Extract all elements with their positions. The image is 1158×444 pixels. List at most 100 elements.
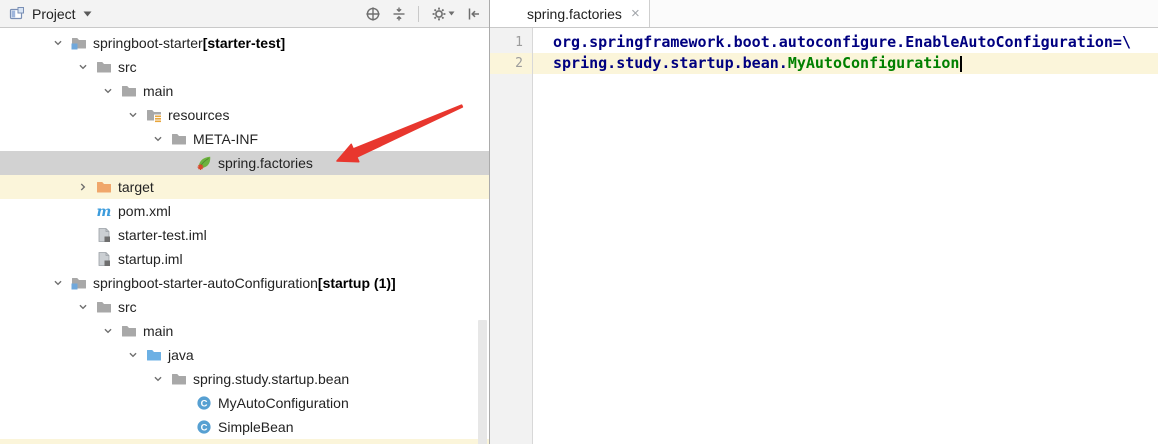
folder-project-icon	[70, 35, 87, 52]
project-toolwindow-icon	[8, 5, 25, 22]
collapse-all-icon[interactable]	[390, 5, 407, 22]
ide-window: Project springboot-starter [starter-test…	[0, 0, 1158, 444]
tree-item-label: starter-test.iml	[118, 227, 207, 243]
tree-item-label: startup.iml	[118, 251, 183, 267]
locate-icon[interactable]	[364, 5, 381, 22]
tree-item-label: src	[118, 59, 137, 75]
spring-leaf-icon	[498, 5, 515, 22]
class-icon: C	[195, 419, 212, 436]
project-panel: Project springboot-starter [starter-test…	[0, 0, 490, 444]
tree-item-label: springboot-starter	[93, 35, 203, 51]
tree-row-main[interactable]: main	[0, 79, 489, 103]
chevron-down-icon[interactable]	[46, 275, 70, 291]
editor-body[interactable]: 12 org.springframework.boot.autoconfigur…	[490, 28, 1158, 444]
tree-row-java[interactable]: java	[0, 343, 489, 367]
iml-file-icon	[95, 251, 112, 268]
tree-item-label: springboot-starter-autoConfiguration	[93, 275, 318, 291]
tree-row[interactable]	[0, 439, 489, 444]
folder-icon	[170, 371, 187, 388]
tree-item-label: resources	[168, 107, 230, 123]
tree-scrollbar-thumb[interactable]	[478, 320, 487, 444]
chevron-down-icon[interactable]	[146, 131, 170, 147]
folder-icon	[95, 59, 112, 76]
line-number: 1	[515, 35, 523, 50]
folder-icon	[95, 299, 112, 316]
svg-text:C: C	[200, 398, 207, 409]
hide-panel-icon[interactable]	[464, 5, 481, 22]
tree-row-MyAutoConfiguration[interactable]: C MyAutoConfiguration	[0, 391, 489, 415]
line-number: 2	[490, 53, 532, 74]
tree-row-startup.iml[interactable]: startup.iml	[0, 247, 489, 271]
tab-title: spring.factories	[527, 5, 622, 22]
toolbar-separator	[418, 5, 419, 22]
code-segment: MyAutoConfiguration	[787, 54, 960, 72]
tree-item-label: main	[143, 83, 174, 99]
tree-item-label: spring.factories	[218, 155, 313, 171]
tree-item-label: java	[168, 347, 194, 363]
chevron-down-icon[interactable]	[121, 347, 145, 363]
tree-item-label: spring.study.startup.bean	[193, 371, 350, 387]
editor-code-area[interactable]: org.springframework.boot.autoconfigure.E…	[533, 28, 1158, 444]
tree-row-springboot-starter[interactable]: springboot-starter [starter-test]	[0, 31, 489, 55]
chevron-down-icon[interactable]	[96, 323, 120, 339]
maven-icon: m	[95, 203, 112, 220]
tree-row-target[interactable]: target	[0, 175, 489, 199]
code-line[interactable]: spring.study.startup.bean.MyAutoConfigur…	[533, 53, 1158, 74]
text-cursor	[960, 56, 963, 72]
tree-row-spring.factories[interactable]: spring.factories	[0, 151, 489, 175]
tree-item-label: SimpleBean	[218, 419, 294, 435]
code-segment: spring.study.startup.bean.	[553, 54, 788, 72]
chevron-down-icon[interactable]	[146, 371, 170, 387]
project-tree: springboot-starter [starter-test] src main…	[0, 28, 489, 444]
tree-item-label: target	[118, 179, 154, 195]
chevron-down-icon[interactable]	[121, 107, 145, 123]
svg-text:C: C	[200, 422, 207, 433]
tab-close-icon[interactable]: ×	[631, 6, 640, 21]
tree-item-label: pom.xml	[118, 203, 171, 219]
folder-excluded-icon	[95, 179, 112, 196]
tree-item-label: main	[143, 323, 174, 339]
tree-row-pom.xml[interactable]: m pom.xml	[0, 199, 489, 223]
gear-dropdown-caret-icon	[448, 11, 455, 16]
tree-row-starter-test.iml[interactable]: starter-test.iml	[0, 223, 489, 247]
code-line[interactable]: org.springframework.boot.autoconfigure.E…	[533, 32, 1158, 53]
svg-text:m: m	[96, 204, 111, 219]
folder-icon	[170, 131, 187, 148]
tree-row-src[interactable]: src	[0, 295, 489, 319]
project-panel-title: Project	[32, 5, 76, 22]
settings-gear-button[interactable]	[430, 5, 455, 22]
chevron-down-icon[interactable]	[71, 299, 95, 315]
code-segment: org.springframework.boot.autoconfigure.E…	[553, 33, 1131, 51]
tree-item-module-suffix: [startup (1)]	[317, 275, 396, 291]
chevron-right-icon[interactable]	[71, 179, 95, 195]
project-view-selector[interactable]: Project	[8, 5, 92, 22]
tree-row-springboot-starter-autoConfiguration[interactable]: springboot-starter-autoConfiguration [st…	[0, 271, 489, 295]
tree-row-main[interactable]: main	[0, 319, 489, 343]
tree-item-module-suffix: [starter-test]	[202, 35, 286, 51]
editor-gutter: 12	[490, 28, 533, 444]
spring-leaf-icon	[195, 155, 212, 172]
chevron-down-icon[interactable]	[96, 83, 120, 99]
iml-file-icon	[95, 227, 112, 244]
tree-row-SimpleBean[interactable]: C SimpleBean	[0, 415, 489, 439]
project-dropdown-caret-icon	[83, 11, 92, 16]
tree-row-src[interactable]: src	[0, 55, 489, 79]
editor-pane: spring.factories × 12 org.springframewor…	[490, 0, 1158, 444]
project-toolwindow-header: Project	[0, 0, 489, 28]
class-icon: C	[195, 395, 212, 412]
tree-row-META-INF[interactable]: META-INF	[0, 127, 489, 151]
tree-row-spring.study.startup.bean[interactable]: spring.study.startup.bean	[0, 367, 489, 391]
chevron-down-icon[interactable]	[46, 35, 70, 51]
tree-row-resources[interactable]: resources	[0, 103, 489, 127]
editor-tab-spring-factories[interactable]: spring.factories ×	[490, 0, 650, 27]
tree-item-label: src	[118, 299, 137, 315]
folder-project-icon	[70, 275, 87, 292]
tree-item-label: MyAutoConfiguration	[218, 395, 349, 411]
folder-icon	[120, 83, 137, 100]
chevron-down-icon[interactable]	[71, 59, 95, 75]
